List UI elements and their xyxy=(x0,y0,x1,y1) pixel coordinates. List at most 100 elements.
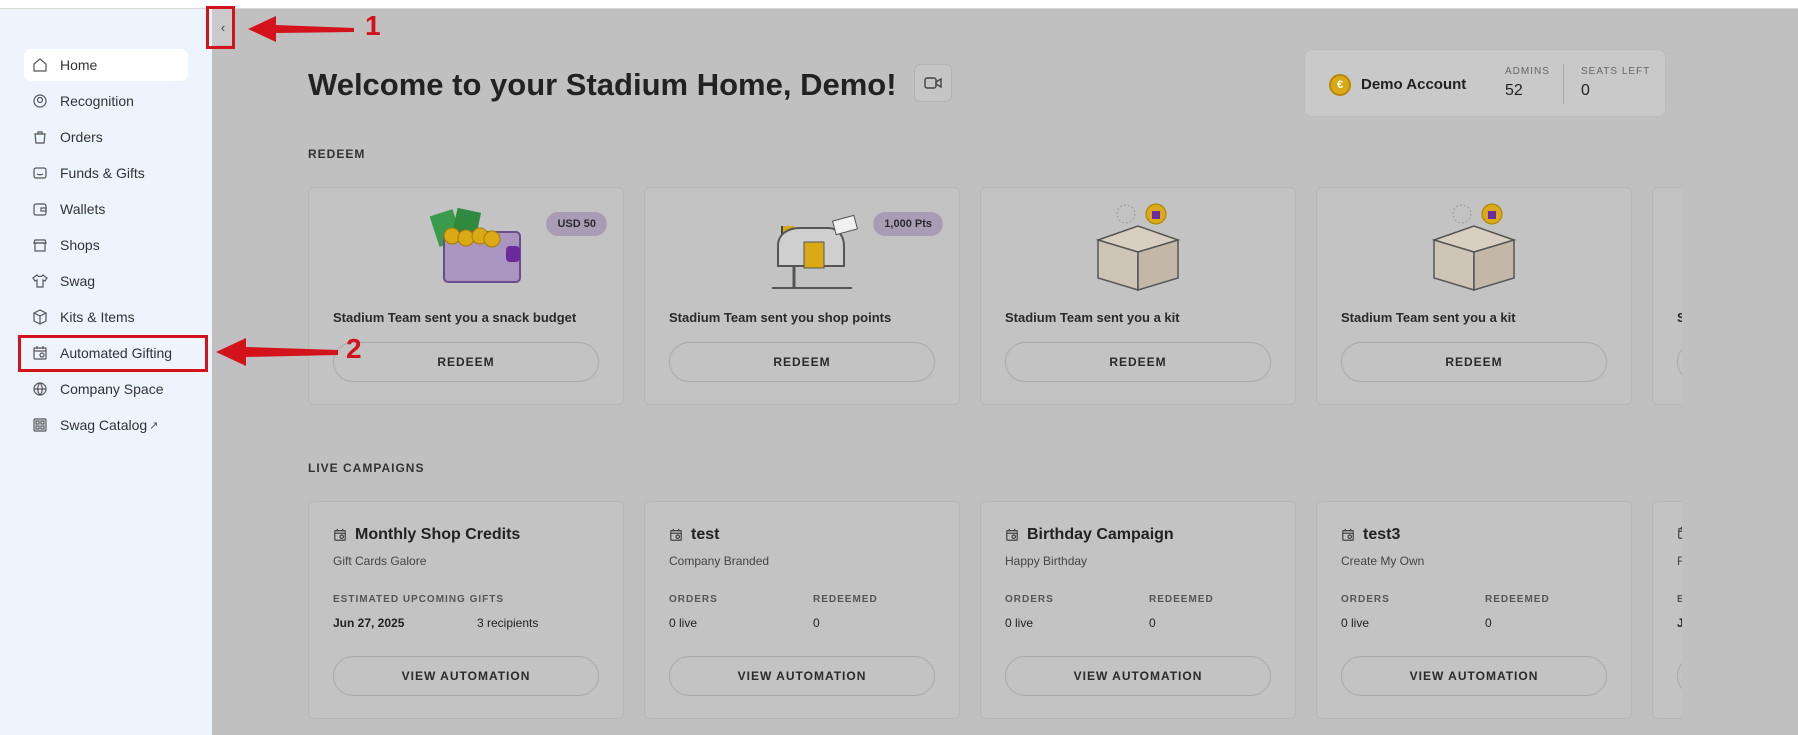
campaign-stat-label: ESTIMATED UPCOMING GIFTS xyxy=(333,594,505,605)
redeem-card-text: S xyxy=(1677,310,1682,325)
external-link-icon: ↗ xyxy=(149,419,159,432)
top-bar xyxy=(0,0,1798,9)
redeem-card[interactable]: Stadium Team sent you a kit REDEEM xyxy=(980,187,1296,405)
home-icon xyxy=(32,57,48,73)
view-automation-button[interactable]: VIEW AUTOMATION xyxy=(1005,656,1271,696)
funds-icon xyxy=(32,165,48,181)
view-automation-button[interactable]: VIEW AUTOMATION xyxy=(1341,656,1607,696)
sidebar-item-swag-catalog[interactable]: Swag Catalog ↗ xyxy=(24,409,188,441)
sidebar-item-kits-items[interactable]: Kits & Items xyxy=(24,301,188,333)
sidebar-item-company-space[interactable]: Company Space xyxy=(24,373,188,405)
points-badge: 1,000 Pts xyxy=(873,212,943,236)
seats-stat: SEATS LEFT 0 xyxy=(1581,66,1650,100)
page-title: Welcome to your Stadium Home, Demo! xyxy=(308,67,897,102)
seats-value: 0 xyxy=(1581,82,1590,99)
campaign-stat-value: 0 live xyxy=(1341,616,1370,630)
redeem-button[interactable]: REDEEM xyxy=(1005,342,1271,382)
divider xyxy=(1563,64,1564,104)
sidebar-item-swag[interactable]: Swag xyxy=(24,265,188,297)
highlight-box-collapse xyxy=(206,6,235,49)
sidebar-item-label: Kits & Items xyxy=(60,309,135,325)
highlight-box-automated-gifting xyxy=(18,335,208,372)
catalog-icon xyxy=(32,417,48,433)
view-automation-button[interactable]: VIEW AUTOMATION xyxy=(333,656,599,696)
calendar-icon xyxy=(1678,526,1682,539)
redeem-card-text: Stadium Team sent you shop points xyxy=(669,310,892,325)
sidebar-item-label: Shops xyxy=(60,237,100,253)
sidebar-item-label: Wallets xyxy=(60,201,106,217)
campaign-title: Birthday Campaign xyxy=(1005,526,1174,544)
calendar-icon xyxy=(1342,528,1354,541)
callout-arrow-1 xyxy=(248,16,354,42)
campaign-stat-value: 0 xyxy=(1485,616,1492,630)
campaign-title: Monthly Shop Credits xyxy=(333,526,520,544)
callout-marker-2: 2 xyxy=(346,333,362,364)
shirt-icon xyxy=(32,273,48,289)
campaign-card[interactable]: Birthday Campaign Happy Birthday ORDERS … xyxy=(980,501,1296,719)
sidebar-item-label: Swag Catalog xyxy=(60,417,148,433)
campaign-stat-label: ORDERS xyxy=(669,594,718,605)
campaign-subtitle: Company Branded xyxy=(669,554,770,568)
redeem-card-text: Stadium Team sent you a kit xyxy=(1005,310,1180,325)
main-content: Welcome to your Stadium Home, Demo! € De… xyxy=(234,9,1798,735)
redeem-card[interactable]: Stadium Team sent you a kit REDEEM xyxy=(1316,187,1632,405)
sidebar-item-label: Company Space xyxy=(60,381,164,397)
campaign-subtitle: R xyxy=(1677,554,1682,568)
campaign-stat-label: ORDERS xyxy=(1341,594,1390,605)
account-coin-icon: € xyxy=(1329,74,1351,96)
campaign-title: test3 xyxy=(1341,526,1400,544)
wallet-icon xyxy=(32,201,48,217)
campaign-subtitle: Gift Cards Galore xyxy=(333,554,427,568)
campaign-stat-label: ORDERS xyxy=(1005,594,1054,605)
sidebar-item-home[interactable]: Home xyxy=(24,49,188,81)
seats-label: SEATS LEFT xyxy=(1581,66,1651,77)
campaign-stat-label: REDEEMED xyxy=(1485,594,1550,605)
sidebar-item-label: Funds & Gifts xyxy=(60,165,145,181)
redeem-button[interactable]: REDEEM xyxy=(1341,342,1607,382)
calendar-icon xyxy=(334,528,346,541)
redeem-button[interactable]: REDEEM xyxy=(333,342,599,382)
recognition-icon xyxy=(32,93,48,109)
redeem-card[interactable]: USD 50 Stadium Team sent you a snack bud… xyxy=(308,187,624,405)
campaign-card-partial[interactable]: R E J xyxy=(1652,501,1682,719)
admins-value: 52 xyxy=(1505,82,1523,99)
redeem-button[interactable] xyxy=(1677,342,1682,382)
campaign-card[interactable]: test Company Branded ORDERS 0 live REDEE… xyxy=(644,501,960,719)
sidebar-item-wallets[interactable]: Wallets xyxy=(24,193,188,225)
live-campaigns-section-label: LIVE CAMPAIGNS xyxy=(308,461,425,475)
campaign-stat-value: 0 xyxy=(1149,616,1156,630)
sidebar-item-orders[interactable]: Orders xyxy=(24,121,188,153)
campaign-title-text: test xyxy=(691,526,720,543)
redeem-card-text: Stadium Team sent you a snack budget xyxy=(333,310,577,325)
redeem-card[interactable]: 1,000 Pts Stadium Team sent you shop poi… xyxy=(644,187,960,405)
sidebar-nav: Home Recognition Orders Funds & Gifts Wa… xyxy=(24,49,188,445)
orders-icon xyxy=(32,129,48,145)
campaign-stat-label: REDEEMED xyxy=(813,594,878,605)
sidebar-item-shops[interactable]: Shops xyxy=(24,229,188,261)
campaign-card[interactable]: Monthly Shop Credits Gift Cards Galore E… xyxy=(308,501,624,719)
amount-badge: USD 50 xyxy=(546,212,607,236)
campaign-stat-label: REDEEMED xyxy=(1149,594,1214,605)
campaign-stat-label: E xyxy=(1677,594,1682,605)
account-card: € Demo Account ADMINS 52 SEATS LEFT 0 xyxy=(1304,49,1666,117)
account-name: Demo Account xyxy=(1361,76,1467,93)
sidebar-item-label: Home xyxy=(60,57,98,73)
view-automation-button[interactable]: VIEW AUTOMATION xyxy=(669,656,935,696)
sidebar-item-label: Swag xyxy=(60,273,96,289)
redeem-button[interactable]: REDEEM xyxy=(669,342,935,382)
redeem-card-partial[interactable]: S xyxy=(1652,187,1682,405)
sidebar-item-label: Orders xyxy=(60,129,103,145)
campaign-card[interactable]: test3 Create My Own ORDERS 0 live REDEEM… xyxy=(1316,501,1632,719)
callout-arrow-2 xyxy=(216,338,338,366)
campaign-title-text: Birthday Campaign xyxy=(1027,526,1174,543)
view-automation-button[interactable] xyxy=(1677,656,1682,696)
campaign-stat-value: 0 live xyxy=(669,616,698,630)
campaign-title xyxy=(1677,526,1682,540)
kit-box-illustration xyxy=(981,202,1295,292)
campaign-title-text: Monthly Shop Credits xyxy=(355,526,521,543)
sidebar-item-recognition[interactable]: Recognition xyxy=(24,85,188,117)
sidebar-item-funds-gifts[interactable]: Funds & Gifts xyxy=(24,157,188,189)
callout-marker-1: 1 xyxy=(365,10,381,41)
campaign-title-text: test3 xyxy=(1363,526,1401,543)
video-button[interactable] xyxy=(914,64,952,102)
